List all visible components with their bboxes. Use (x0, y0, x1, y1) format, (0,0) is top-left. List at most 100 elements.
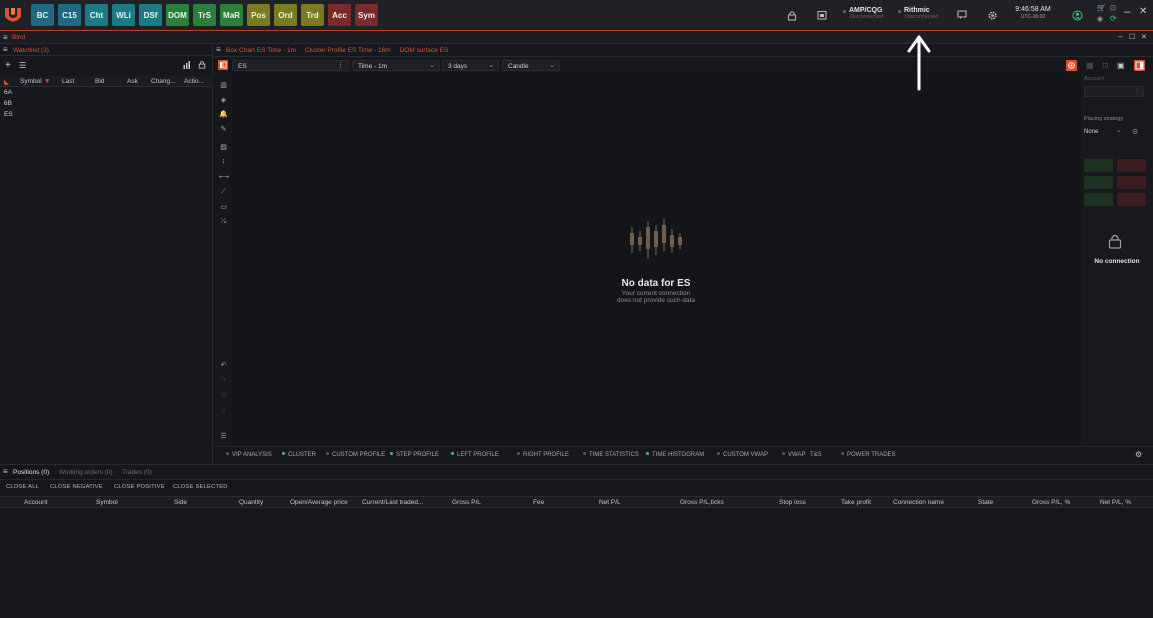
watchlist-row[interactable]: ES (4, 111, 13, 118)
trash-icon[interactable]: ▯ (219, 406, 228, 415)
buy-button[interactable] (1084, 176, 1113, 189)
tool-button-mar[interactable]: MaR (220, 4, 243, 26)
window-minimize-icon[interactable]: – (1118, 32, 1122, 41)
tab-trades[interactable]: Trades (0) (122, 469, 152, 476)
tab-positions[interactable]: Positions (0) (13, 469, 49, 476)
side-panel-icon[interactable] (1134, 60, 1145, 71)
window-close-icon[interactable]: ✕ (1141, 33, 1147, 41)
grid-icon[interactable]: ▦ (1086, 61, 1094, 70)
col-open-price[interactable]: Open/Average price (290, 499, 348, 506)
col-take-profit[interactable]: Take profit (841, 499, 871, 506)
eye-icon[interactable]: ◎ (219, 391, 228, 400)
indicator-vip-analysis[interactable]: VIP ANALYSIS (226, 452, 272, 458)
menu-icon[interactable]: ≡ (3, 33, 8, 42)
col-current-price[interactable]: Current/Last traded... (362, 499, 423, 506)
user-icon[interactable] (1070, 8, 1084, 22)
image-icon[interactable]: ▨ (219, 143, 228, 152)
tool-button-sym[interactable]: Sym (355, 4, 378, 26)
vertical-line-icon[interactable]: ↕ (219, 158, 228, 167)
col-symbol[interactable]: Symbol (96, 499, 118, 506)
lock-icon[interactable]: ⊡ (1102, 61, 1109, 70)
sort-icon[interactable]: ◣ (4, 78, 9, 86)
col-gross-pl-ticks[interactable]: Gross P/L,ticks (680, 499, 724, 506)
indicator-time-statistics[interactable]: TIME STATISTICS (583, 452, 639, 458)
minimize-icon[interactable]: – (1124, 6, 1130, 18)
account-select[interactable]: ⋮ (1084, 86, 1144, 97)
tool-button-dom[interactable]: DOM (166, 4, 189, 26)
style-select[interactable]: Candle ⌄ (502, 60, 560, 71)
buy-button[interactable] (1084, 159, 1113, 172)
col-connection-name[interactable]: Connection name (893, 499, 944, 506)
tool-button-acc[interactable]: Acc (328, 4, 351, 26)
trend-line-icon[interactable]: ⟋ (219, 188, 228, 197)
more-icon[interactable]: ⋮ (337, 61, 344, 69)
close-selected-button[interactable]: CLOSE SELECTED (173, 484, 228, 490)
bar-chart-icon[interactable]: ▥ (219, 81, 228, 90)
gear-icon[interactable] (985, 8, 999, 22)
col-symbol[interactable]: Symbol (20, 78, 42, 85)
gear-icon[interactable]: ⚙ (1135, 450, 1142, 459)
col-actions[interactable]: Actio... (184, 78, 204, 85)
rectangle-icon[interactable]: ▭ (219, 203, 228, 212)
lock-icon[interactable] (785, 8, 799, 22)
symbol-input[interactable]: ES ⋮ (232, 60, 349, 71)
col-fee[interactable]: Fee (533, 499, 544, 506)
list-icon[interactable]: ☰ (19, 61, 26, 70)
indicator-right-profile[interactable]: RIGHT PROFILE (517, 452, 569, 458)
list-icon[interactable]: ☰ (219, 432, 228, 441)
placing-strategy-select[interactable]: None ⌄ (1084, 126, 1124, 138)
pencil-icon[interactable]: ✎ (219, 125, 228, 134)
indicator-custom-vwap[interactable]: CUSTOM VWAP (717, 452, 768, 458)
lock-icon[interactable] (198, 60, 206, 71)
watchlist-row[interactable]: 6B (4, 100, 12, 107)
cart-icon[interactable]: 🛒 (1097, 4, 1106, 12)
broadcast-icon[interactable] (1066, 60, 1077, 71)
tool-button-dsf[interactable]: DSf (139, 4, 162, 26)
buy-button[interactable] (1084, 193, 1113, 206)
indicator-time-histogram[interactable]: TIME HISTOGRAM (646, 452, 704, 458)
menu-icon[interactable]: ≡ (3, 45, 8, 54)
close-negative-button[interactable]: CLOSE NEGATIVE (50, 484, 103, 490)
gear-icon[interactable]: ⚙ (1132, 128, 1138, 136)
indicator-left-profile[interactable]: LEFT PROFILE (451, 452, 499, 458)
indicator-t-s[interactable]: T&S (810, 452, 822, 458)
bell-icon[interactable]: 🔔 (219, 110, 228, 119)
watchlist-row[interactable]: 6A (4, 89, 12, 96)
tool-button-trs[interactable]: TrS (193, 4, 216, 26)
redo-icon[interactable]: ↷ (219, 376, 228, 385)
menu-icon[interactable]: ≡ (3, 467, 8, 476)
panel-toggle-icon[interactable] (218, 60, 228, 70)
tool-button-cht[interactable]: Cht (85, 4, 108, 26)
tab-cluster-profile[interactable]: Cluster Profile ES Time - 16m (305, 47, 391, 54)
col-change[interactable]: Chang... (151, 78, 176, 85)
chart-area[interactable]: No data for ES Your current connection d… (232, 73, 1081, 446)
lock-small-icon[interactable]: ⊡ (1110, 4, 1116, 12)
calendar-icon[interactable] (815, 8, 829, 22)
tool-button-bc[interactable]: BC (31, 4, 54, 26)
timeframe-select[interactable]: Time - 1m ⌄ (352, 60, 440, 71)
indicator-step-profile[interactable]: STEP PROFILE (390, 452, 439, 458)
bars-icon[interactable] (183, 61, 191, 71)
connection-rithmic[interactable]: Rithmic Disconnected (898, 7, 938, 20)
tool-button-trd[interactable]: Trd (301, 4, 324, 26)
measure-icon[interactable]: ⤯ (219, 218, 228, 227)
tool-button-ord[interactable]: Ord (274, 4, 297, 26)
col-stop-loss[interactable]: Stop loss (779, 499, 806, 506)
indicator-power-trades[interactable]: POWER TRADES (841, 452, 896, 458)
col-bid[interactable]: Bid (95, 78, 104, 85)
tool-button-wli[interactable]: WLi (112, 4, 135, 26)
close-positive-button[interactable]: CLOSE POSITIVE (114, 484, 165, 490)
col-account[interactable]: Account (24, 499, 48, 506)
undo-icon[interactable]: ↶ (219, 361, 228, 370)
col-quantity[interactable]: Quantity (239, 499, 263, 506)
tab-box-chart[interactable]: Box Chart ES Time - 1m (226, 47, 296, 54)
indicator-vwap[interactable]: VWAP (782, 452, 805, 458)
col-net-pl-pct[interactable]: Net P/L, % (1100, 499, 1131, 506)
close-all-button[interactable]: CLOSE ALL (6, 484, 39, 490)
horizontal-line-icon[interactable]: ⟷ (219, 173, 229, 182)
col-net-pl[interactable]: Net P/L (599, 499, 621, 506)
chat-icon[interactable] (955, 8, 969, 22)
layers-icon[interactable]: ◈ (219, 96, 228, 105)
col-ask[interactable]: Ask (127, 78, 138, 85)
period-select[interactable]: 3 days ⌄ (442, 60, 499, 71)
